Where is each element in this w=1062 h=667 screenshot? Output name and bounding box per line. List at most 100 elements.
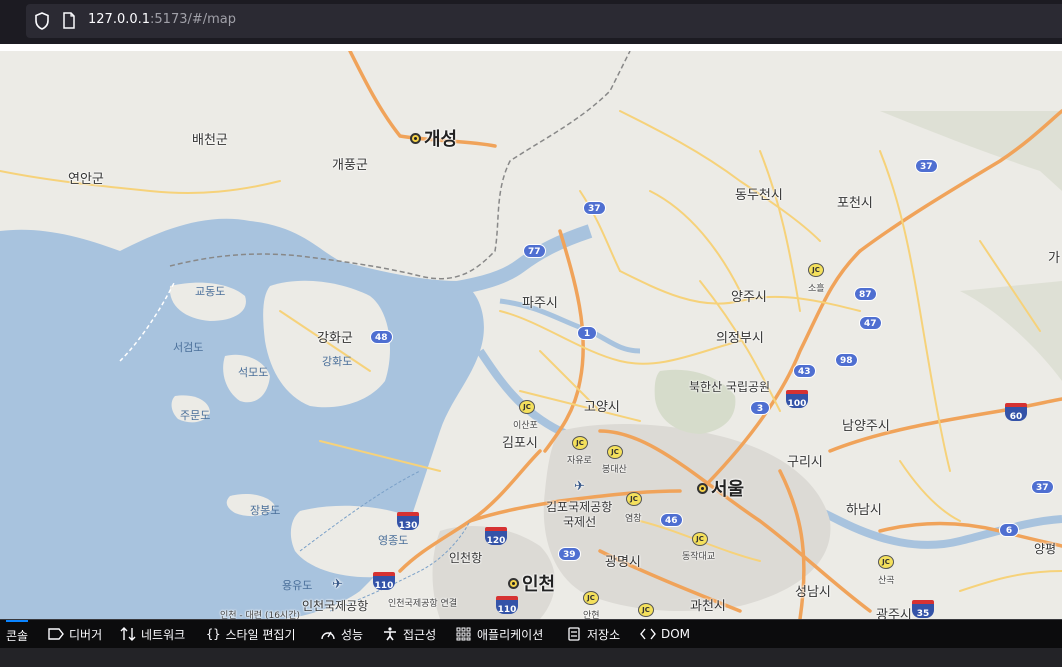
place-label: 개풍군	[332, 158, 368, 173]
devtools-panel	[0, 648, 1062, 667]
city-marker-icon	[508, 577, 519, 589]
road-name-label: 인천국제공항 연결	[388, 599, 458, 609]
performance-icon	[321, 631, 335, 640]
junction-icon: JC	[626, 492, 642, 506]
browser-toolbar: 127.0.0.1:5173/#/map	[0, 0, 1062, 44]
expressway-shield-icon: 35	[912, 600, 934, 619]
island-label: 영종도	[378, 534, 409, 547]
junction-icon: JC	[519, 400, 535, 414]
place-label: 광명시	[605, 555, 641, 570]
route-badge: 39	[558, 547, 581, 561]
junction-icon: JC	[878, 555, 894, 569]
route-badge: 37	[1031, 480, 1054, 494]
dom-icon	[640, 628, 656, 640]
junction-icon: JC	[808, 263, 824, 277]
junction-icon: JC	[583, 591, 599, 605]
tab-storage[interactable]: 저장소	[566, 620, 620, 648]
tab-accessibility[interactable]: 접근성	[382, 620, 436, 648]
island-label: 장봉도	[250, 504, 281, 517]
route-badge: 6	[999, 523, 1019, 537]
page-icon	[63, 12, 75, 29]
route-badge: 77	[523, 244, 546, 258]
expressway-shield-icon: 120	[485, 527, 507, 546]
island-label: 서검도	[173, 341, 204, 354]
route-badge: 87	[854, 287, 877, 301]
junction-icon: JC	[692, 532, 708, 546]
storage-icon	[568, 627, 580, 641]
place-label: 의정부시	[716, 331, 764, 346]
ferry-label: 인천 - 대련 (16시간)	[220, 611, 300, 619]
place-label: 포천시	[837, 196, 873, 211]
place-label: 남양주시	[842, 419, 890, 434]
place-label: 동두천시	[735, 188, 783, 203]
tab-console[interactable]: 콘솔	[6, 620, 29, 648]
place-label: 강화군	[317, 331, 353, 346]
url-path: :5173/#/map	[150, 12, 237, 27]
map-tiles	[0, 51, 1062, 619]
place-label: 가	[1048, 251, 1060, 266]
city-label-gaeseong: 개성	[410, 125, 457, 151]
junction-icon: JC	[607, 445, 623, 459]
place-label: 양주시	[731, 290, 767, 305]
place-label: 연안군	[68, 172, 104, 187]
debugger-icon	[48, 628, 64, 640]
route-badge: 46	[660, 513, 683, 527]
page-viewport: 개성 서울 인천 배천군 개풍군 연안군 동두천시 포천시 양주시 파주시 강화…	[0, 44, 1062, 619]
jc-name-label: 안현	[583, 611, 600, 619]
expressway-shield-icon: 110	[373, 572, 395, 591]
city-marker-icon	[410, 132, 421, 144]
airport-icon: ✈	[574, 479, 585, 494]
expressway-shield-icon: 110	[496, 596, 518, 615]
place-label: 고양시	[584, 400, 620, 415]
island-label: 석모도	[238, 366, 269, 379]
place-label: 광주시	[876, 608, 912, 619]
jc-name-label: 산곡	[878, 576, 895, 586]
url-text[interactable]: 127.0.0.1:5173/#/map	[88, 12, 236, 27]
place-label: 성남시	[795, 585, 831, 600]
airport-icon: ✈	[332, 577, 343, 592]
route-badge: 43	[793, 364, 816, 378]
tab-performance[interactable]: 성능	[320, 620, 363, 648]
expressway-shield-icon: 60	[1005, 403, 1027, 422]
place-label: 과천시	[690, 599, 726, 614]
url-host: 127.0.0.1	[88, 12, 151, 27]
tab-dom[interactable]: DOM	[640, 620, 690, 648]
junction-icon: JC	[572, 436, 588, 450]
route-badge: 98	[835, 353, 858, 367]
tab-network[interactable]: 네트워크	[120, 620, 185, 648]
application-icon	[456, 627, 471, 641]
jc-name-label: 이산포	[513, 421, 538, 431]
map-canvas[interactable]: 개성 서울 인천 배천군 개풍군 연안군 동두천시 포천시 양주시 파주시 강화…	[0, 51, 1062, 619]
island-label: 주문도	[180, 409, 211, 422]
island-label: 교동도	[195, 285, 226, 298]
park-label: 북한산 국립공원	[689, 380, 771, 394]
shield-icon[interactable]	[34, 12, 50, 30]
island-label: 강화도	[322, 355, 353, 368]
city-label-seoul: 서울	[697, 475, 744, 501]
junction-icon: JC	[638, 603, 654, 617]
jc-name-label: 염창	[625, 514, 642, 524]
jc-name-label: 자유로	[567, 456, 592, 466]
city-marker-icon	[697, 482, 708, 494]
tab-style-editor[interactable]: {} 스타일 편집기	[206, 620, 296, 648]
route-badge: 37	[583, 201, 606, 215]
jc-name-label: 봉대산	[602, 465, 627, 475]
route-badge: 1	[577, 326, 597, 340]
jc-name-label: 동작대교	[682, 552, 716, 562]
imjin-river	[499, 298, 641, 354]
devtools-toolbar: 콘솔 디버거 네트워크 {} 스타일 편집기 성능 접근성 애플리케이션 저장소…	[0, 619, 1062, 648]
route-badge: 37	[915, 159, 938, 173]
tab-application[interactable]: 애플리케이션	[456, 620, 543, 648]
place-label: 파주시	[522, 296, 558, 311]
place-label: 양평	[1034, 542, 1057, 556]
airport-sub-label: 국제선	[563, 515, 597, 529]
accessibility-icon	[384, 627, 396, 641]
place-label: 구리시	[787, 455, 823, 470]
hill-shading-2	[960, 281, 1062, 381]
place-label: 김포시	[502, 436, 538, 451]
tab-debugger[interactable]: 디버거	[48, 620, 102, 648]
place-label: 하남시	[846, 503, 882, 518]
island-label: 용유도	[282, 579, 313, 592]
jc-name-label: 소흘	[808, 284, 825, 294]
route-badge: 3	[750, 401, 770, 415]
